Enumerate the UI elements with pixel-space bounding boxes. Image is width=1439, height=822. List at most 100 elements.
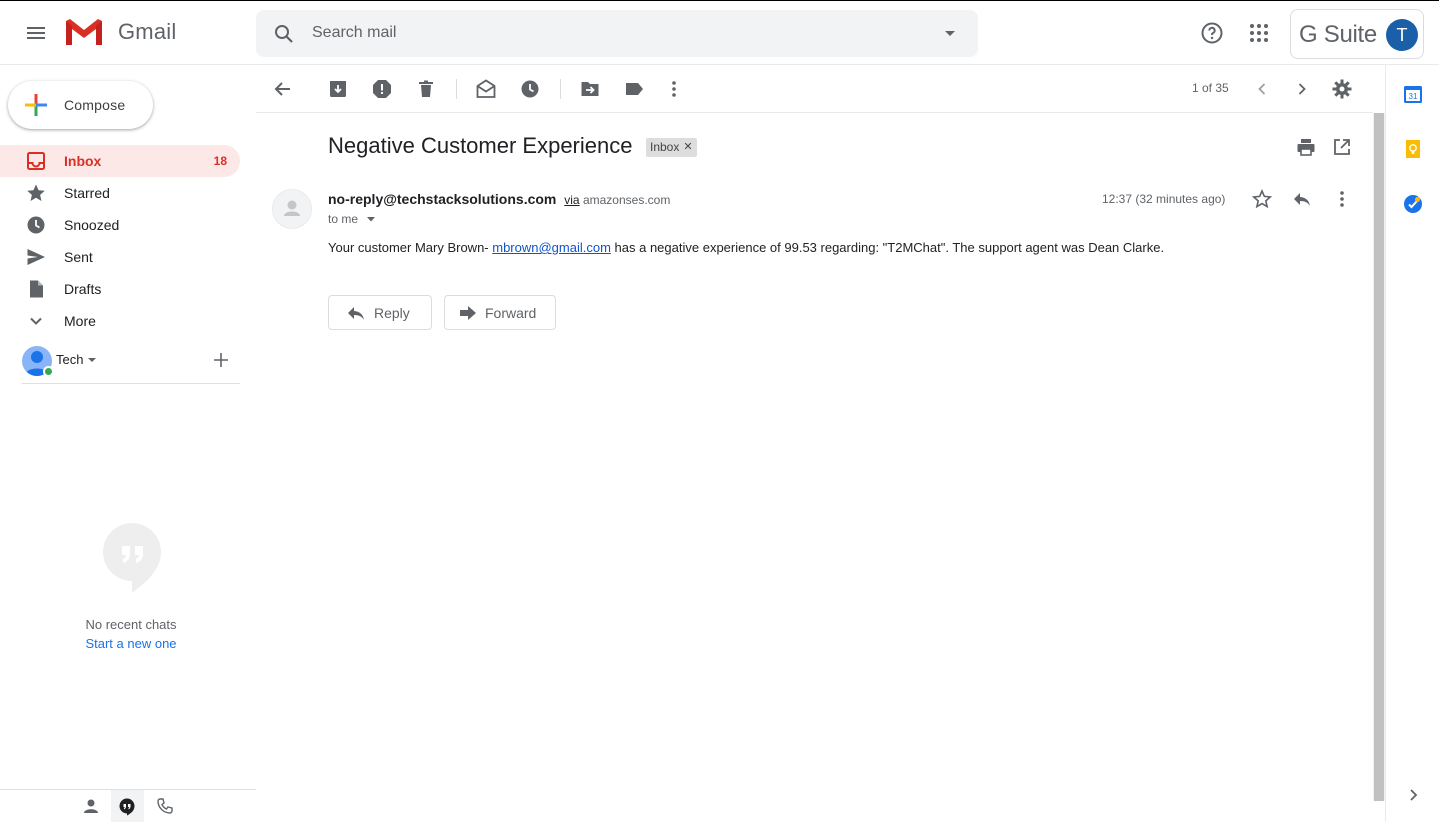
forward-arrow-icon [460,306,476,320]
contacts-icon[interactable] [83,798,99,814]
sidebar-item-drafts[interactable]: Drafts [0,273,240,305]
tasks-icon[interactable] [1403,194,1423,214]
sidebar-item-starred[interactable]: Starred [0,177,240,209]
more-vertical-icon[interactable] [1332,189,1352,209]
calendar-icon[interactable]: 31 [1403,84,1423,104]
settings-gear-icon[interactable] [1332,79,1352,99]
reply-icon[interactable] [1292,189,1312,209]
search-options-dropdown-icon[interactable] [944,30,956,38]
sidebar-item-more[interactable]: More [0,305,240,337]
hangouts-bottom-bar [0,789,256,822]
send-icon [27,249,45,265]
toolbar-divider [456,79,457,99]
gmail-logo[interactable]: Gmail [64,17,176,47]
side-panel: 31 [1385,65,1439,822]
sidebar-item-sent[interactable]: Sent [0,241,240,273]
star-outline-icon[interactable] [1252,189,1272,209]
unread-count-badge: 18 [213,154,227,168]
clock-icon [27,216,45,234]
newer-chevron-left-icon[interactable] [1252,79,1272,99]
message-scrollbar[interactable] [1373,113,1385,801]
email-subject: Negative Customer Experience [328,133,633,158]
via-domain: amazonses.com [582,193,671,207]
open-in-new-window-icon[interactable] [1332,137,1352,157]
snooze-icon[interactable] [520,79,540,99]
keep-icon[interactable] [1403,139,1423,159]
message-toolbar: 1 of 35 [256,65,1373,113]
sidebar-item-inbox[interactable]: Inbox 18 [0,145,240,177]
no-recent-chats-text: No recent chats [85,617,177,632]
sender-avatar [272,189,312,229]
inbox-label-chip[interactable]: Inbox ✕ [646,138,697,157]
app-name: Gmail [118,19,177,44]
report-spam-icon[interactable] [372,79,392,99]
hangouts-chat-bubble-icon [103,523,161,593]
draft-icon [30,280,43,298]
label-icon[interactable] [624,79,644,99]
forward-button[interactable]: Forward [444,295,556,330]
chevron-down-icon [30,317,42,325]
recipient-text: to me [328,212,359,226]
move-to-icon[interactable] [580,79,600,99]
phone-icon[interactable] [157,798,173,814]
sidebar-item-label: Inbox [64,153,102,169]
delete-icon[interactable] [416,79,436,99]
hangouts-icon [119,798,135,816]
hangouts-tab-active[interactable] [111,790,144,822]
sidebar-item-label: Snoozed [64,217,120,233]
online-status-dot [43,366,54,377]
caret-down-icon[interactable] [88,358,96,363]
pagination-count: 1 of 35 [1192,81,1229,95]
via-link[interactable]: via [564,193,579,207]
app-header: Gmail G Suite T [0,1,1439,65]
search-bar[interactable] [256,10,978,57]
via-info: via amazonses.com [564,193,670,207]
reply-arrow-icon [348,307,364,320]
apps-grid-icon[interactable] [1247,21,1271,45]
star-icon [27,184,45,201]
sidebar-item-label: Sent [64,249,93,265]
body-text-suffix: has a negative experience of 99.53 regar… [610,240,1165,255]
default-person-icon [284,200,300,216]
gsuite-account-badge[interactable]: G Suite T [1290,9,1424,59]
print-icon[interactable] [1296,137,1316,157]
sidebar-item-label: More [64,313,96,329]
archive-icon[interactable] [328,79,348,99]
compose-button[interactable]: Compose [8,81,153,129]
remove-label-close-icon[interactable]: ✕ [683,138,692,157]
sidebar-item-label: Drafts [64,281,102,297]
more-vertical-icon[interactable] [664,79,684,99]
main-menu-icon[interactable] [24,21,48,45]
hangouts-user[interactable]: Tech [22,346,240,384]
sidebar-item-label: Starred [64,185,110,201]
compose-label: Compose [64,97,126,113]
show-details-caret-icon[interactable] [367,217,376,222]
reply-button[interactable]: Reply [328,295,432,330]
reply-button-label: Reply [374,305,410,321]
older-chevron-right-icon[interactable] [1292,79,1312,99]
sender-line: no-reply@techstacksolutions.com via amaz… [328,191,670,207]
gsuite-logo: G Suite [1299,21,1377,48]
back-arrow-icon[interactable] [273,79,293,99]
email-timestamp: 12:37 (32 minutes ago) [1102,192,1226,206]
calendar-day-number: 31 [1409,92,1418,101]
expand-panel-chevron-icon[interactable] [1403,785,1423,805]
inbox-icon [27,152,45,170]
scrollbar-thumb[interactable] [1374,113,1384,801]
hangouts-user-name: Tech [56,352,84,367]
start-new-chat-link[interactable]: Start a new one [0,636,262,651]
recipient-details[interactable]: to me [328,212,376,226]
search-input[interactable] [312,20,912,46]
mark-unread-icon[interactable] [476,79,496,99]
label-chip-text: Inbox [650,140,680,154]
account-avatar[interactable]: T [1386,19,1418,51]
body-text-prefix: Your customer Mary Brown- [328,240,493,255]
customer-email-link[interactable]: mbrown@gmail.com [492,240,611,255]
help-icon[interactable] [1200,21,1224,45]
sidebar-item-snoozed[interactable]: Snoozed [0,209,240,241]
search-icon[interactable] [272,22,296,46]
add-icon[interactable] [214,353,228,367]
compose-plus-icon [25,94,47,116]
gmail-m-icon [66,19,102,45]
sender-email[interactable]: no-reply@techstacksolutions.com [328,191,556,207]
